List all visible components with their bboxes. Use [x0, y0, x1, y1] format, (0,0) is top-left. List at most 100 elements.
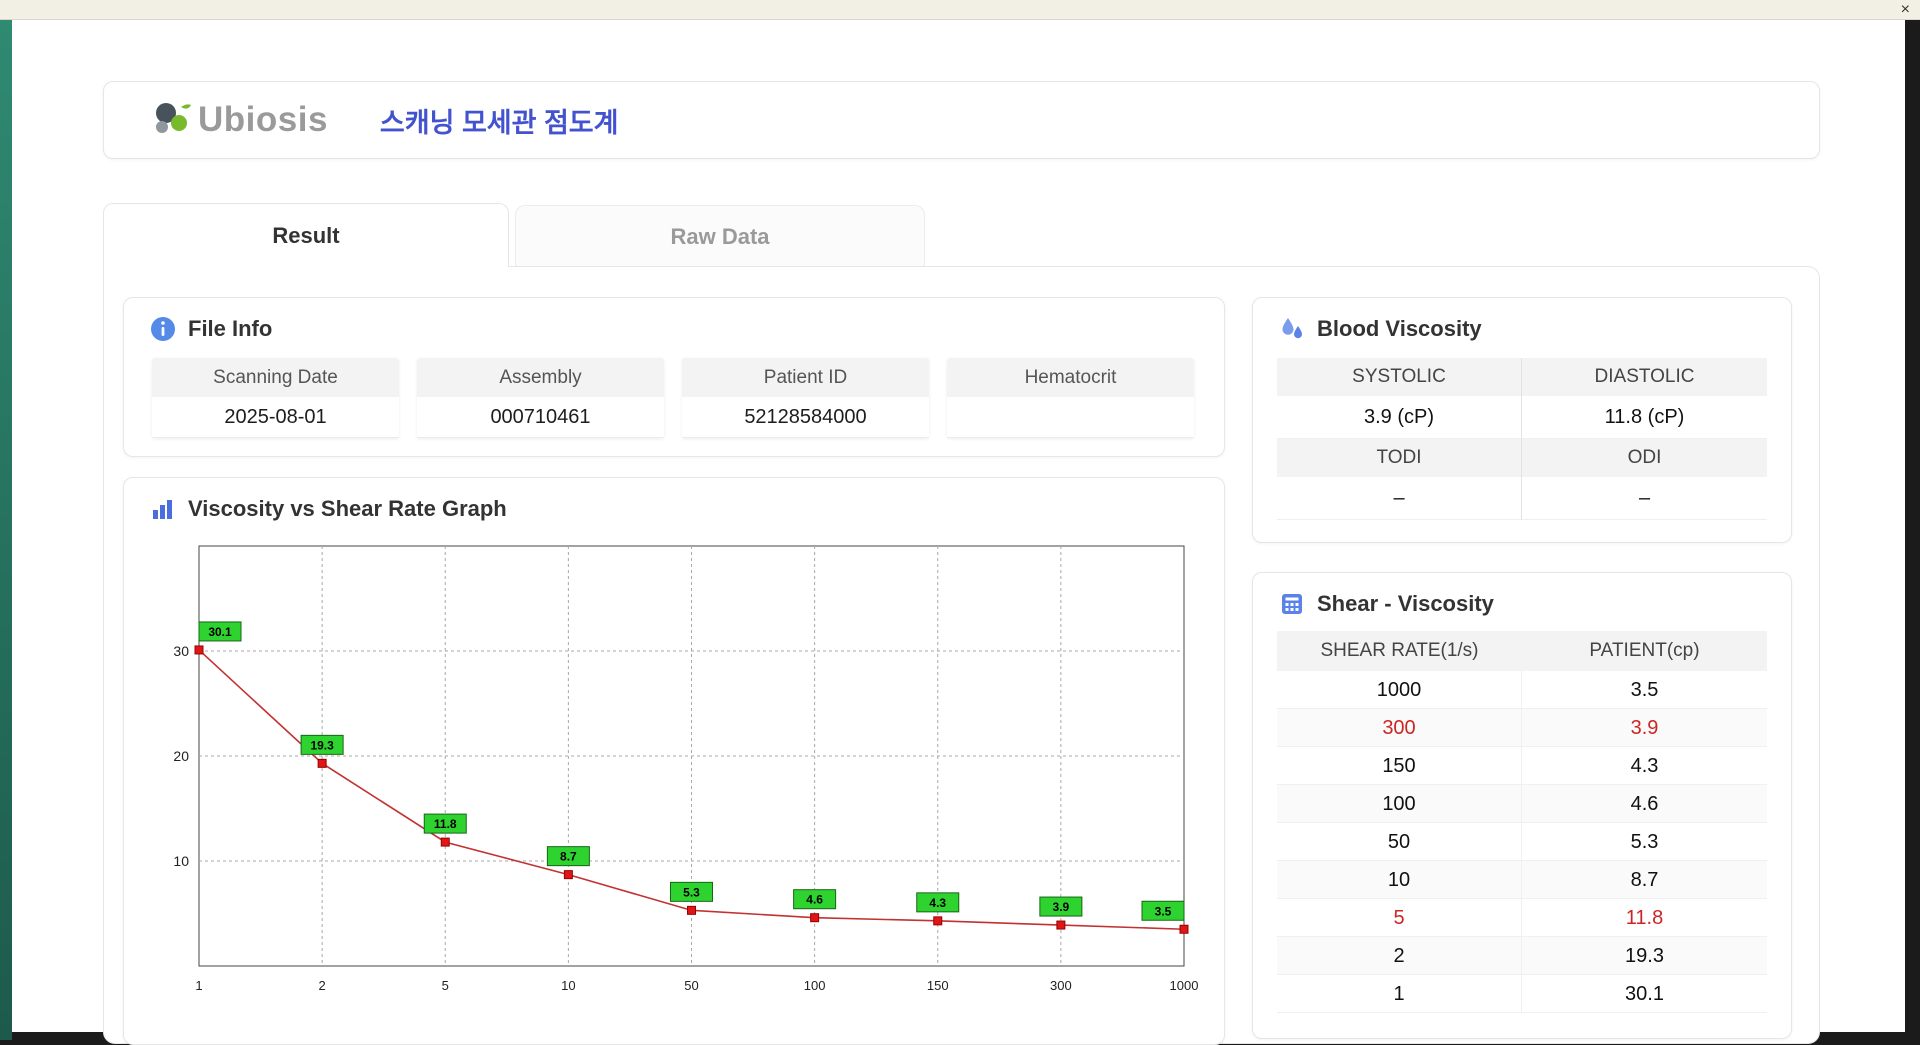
cell-patient: 8.7: [1630, 869, 1659, 891]
close-icon[interactable]: ×: [1901, 1, 1910, 19]
table-row: 2 19.3: [1277, 937, 1767, 975]
table-row: 150 4.3: [1277, 747, 1767, 785]
desktop-top-strip: ×: [0, 0, 1920, 20]
svg-text:20: 20: [173, 748, 189, 764]
cell-patient: 30.1: [1625, 983, 1664, 1005]
viscosity-graph-card: Viscosity vs Shear Rate Graph 10 20 30 1 2 5 1…: [123, 477, 1225, 1045]
droplets-icon: [1279, 316, 1305, 342]
graph-title: Viscosity vs Shear Rate Graph: [188, 496, 507, 521]
file-info-title: File Info: [188, 316, 273, 341]
cell-patient: 19.3: [1625, 945, 1664, 967]
table-row: 300 3.9: [1277, 709, 1767, 747]
svg-text:19.3: 19.3: [310, 738, 334, 752]
field-value: [947, 397, 1194, 438]
field-scanning-date: Scanning Date 2025-08-01: [152, 358, 399, 438]
svg-text:4.6: 4.6: [806, 893, 823, 907]
field-label: Patient ID: [682, 358, 929, 397]
svg-text:50: 50: [684, 978, 698, 993]
tab-raw-data[interactable]: Raw Data: [515, 205, 925, 267]
ubiosis-logo-icon: [150, 100, 194, 140]
cell-patient: 4.6: [1630, 793, 1659, 815]
shear-viscosity-title-row: Shear - Viscosity: [1253, 573, 1791, 617]
table-row: 1000 3.5: [1277, 671, 1767, 709]
cell-shear: 5: [1277, 899, 1522, 937]
main-content: File Info Scanning Date 2025-08-01 Assem…: [103, 266, 1820, 1045]
cell-shear: 10: [1277, 861, 1522, 899]
file-info-card: File Info Scanning Date 2025-08-01 Assem…: [123, 297, 1225, 457]
svg-text:11.8: 11.8: [434, 817, 457, 831]
cell-patient: 3.5: [1630, 679, 1659, 701]
svg-text:3.5: 3.5: [1155, 904, 1172, 918]
bar-chart-icon: [150, 496, 176, 522]
logo-text: Ubiosis: [198, 100, 328, 139]
svg-text:2: 2: [319, 978, 326, 993]
field-label: Assembly: [417, 358, 664, 397]
table-row: 10 8.7: [1277, 861, 1767, 899]
file-info-title-row: File Info: [124, 298, 1224, 342]
svg-text:300: 300: [1050, 978, 1072, 993]
table-row: 1 30.1: [1277, 975, 1767, 1013]
viscosity-chart: 10 20 30 1 2 5 10 50 100 150 300 1000 30.1 19.3 11.8 8.…: [173, 545, 1199, 993]
shear-viscosity-title: Shear - Viscosity: [1317, 591, 1494, 616]
cell-patient: 3.9: [1630, 717, 1659, 739]
cell-shear: 1000: [1277, 671, 1522, 709]
field-value: 52128584000: [682, 397, 929, 438]
svg-text:1: 1: [195, 978, 202, 993]
field-patient-id: Patient ID 52128584000: [682, 358, 929, 438]
svg-text:30.1: 30.1: [208, 625, 232, 639]
cell-shear: 100: [1277, 785, 1522, 823]
field-value: 000710461: [417, 397, 664, 438]
systolic-label: SYSTOLIC: [1277, 358, 1522, 396]
cell-patient: 11.8: [1625, 907, 1664, 929]
file-info-fields: Scanning Date 2025-08-01 Assembly 000710…: [124, 342, 1224, 438]
diastolic-label: DIASTOLIC: [1522, 358, 1767, 396]
odi-label: ODI: [1522, 439, 1767, 477]
cell-shear: 150: [1277, 747, 1522, 785]
svg-text:10: 10: [173, 853, 189, 869]
svg-text:5.3: 5.3: [683, 885, 700, 899]
systolic-value: 3.9 (cP): [1277, 396, 1522, 439]
graph-title-row: Viscosity vs Shear Rate Graph: [124, 478, 1224, 522]
table-row: 50 5.3: [1277, 823, 1767, 861]
cell-shear: 2: [1277, 937, 1522, 975]
svg-text:1000: 1000: [1170, 978, 1199, 993]
todi-value: –: [1277, 477, 1522, 520]
field-hematocrit: Hematocrit: [947, 358, 1194, 438]
field-label: Hematocrit: [947, 358, 1194, 397]
app-window: Ubiosis 스캐닝 모세관 점도계 Result Raw Data File…: [12, 20, 1905, 1045]
field-label: Scanning Date: [152, 358, 399, 397]
col-shear-rate: SHEAR RATE(1/s): [1320, 640, 1479, 661]
blood-viscosity-title: Blood Viscosity: [1317, 316, 1482, 341]
svg-text:10: 10: [561, 978, 575, 993]
page-title: 스캐닝 모세관 점도계: [379, 107, 619, 138]
blood-viscosity-grid: SYSTOLIC DIASTOLIC 3.9 (cP) 11.8 (cP) TO…: [1277, 358, 1767, 520]
info-icon: [150, 316, 176, 342]
grid-calculator-icon: [1279, 591, 1305, 617]
diastolic-value: 11.8 (cP): [1522, 396, 1767, 439]
svg-text:100: 100: [804, 978, 826, 993]
col-patient: PATIENT(cp): [1589, 640, 1700, 661]
table-row: 5 11.8: [1277, 899, 1767, 937]
svg-text:4.3: 4.3: [929, 896, 946, 910]
shear-viscosity-card: Shear - Viscosity SHEAR RATE(1/s) PATIEN…: [1252, 572, 1792, 1039]
blood-viscosity-title-row: Blood Viscosity: [1253, 298, 1791, 342]
todi-label: TODI: [1277, 439, 1522, 477]
odi-value: –: [1522, 477, 1767, 520]
cell-patient: 5.3: [1630, 831, 1659, 853]
cell-shear: 50: [1277, 823, 1522, 861]
blood-viscosity-card: Blood Viscosity SYSTOLIC DIASTOLIC 3.9 (…: [1252, 297, 1792, 543]
svg-text:150: 150: [927, 978, 949, 993]
cell-shear: 300: [1277, 709, 1522, 747]
header: Ubiosis 스캐닝 모세관 점도계: [103, 81, 1820, 159]
tab-result[interactable]: Result: [103, 203, 509, 267]
cell-shear: 1: [1277, 975, 1522, 1013]
table-row: 100 4.6: [1277, 785, 1767, 823]
desktop-edge: [0, 20, 12, 1040]
field-assembly: Assembly 000710461: [417, 358, 664, 438]
svg-text:8.7: 8.7: [560, 850, 577, 864]
cell-patient: 4.3: [1630, 755, 1659, 777]
logo: Ubiosis: [150, 100, 328, 140]
svg-text:30: 30: [173, 643, 189, 659]
field-value: 2025-08-01: [152, 397, 399, 438]
svg-text:5: 5: [442, 978, 449, 993]
